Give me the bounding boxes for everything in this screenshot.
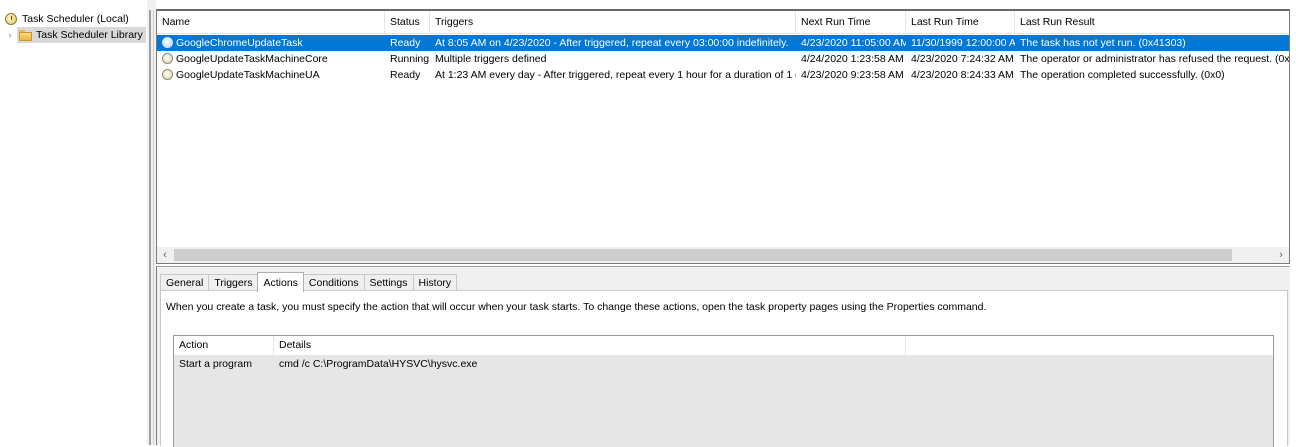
scroll-left-icon[interactable]: ‹	[157, 247, 173, 263]
task-icon	[162, 53, 173, 64]
actions-table-header: Action Details	[174, 336, 1273, 356]
actions-table: Action Details Start a program cmd /c C:…	[173, 335, 1274, 447]
task-name-cell: GoogleChromeUpdateTask	[162, 35, 385, 51]
task-next-run-time: 4/23/2020 9:23:58 AM	[801, 69, 904, 81]
column-header-status[interactable]: Status	[385, 11, 430, 33]
scroll-right-icon[interactable]: ›	[1273, 247, 1289, 263]
task-last-run-time: 4/23/2020 8:24:33 AM	[911, 69, 1014, 81]
task-name-cell: GoogleUpdateTaskMachineCore	[162, 51, 385, 67]
folder-icon	[19, 29, 32, 41]
column-header-last-run-result[interactable]: Last Run Result	[1015, 11, 1289, 33]
tree-item-task-scheduler-local[interactable]: Task Scheduler (Local)	[5, 11, 129, 27]
task-last-run-result: The task has not yet run. (0x41303)	[1020, 37, 1186, 49]
chevron-right-icon[interactable]: ›	[5, 27, 15, 43]
tab-conditions[interactable]: Conditions	[302, 274, 365, 291]
task-icon	[162, 37, 173, 48]
actions-description: When you create a task, you must specify…	[166, 301, 987, 313]
task-row[interactable]: GoogleUpdateTaskMachineCore Running Mult…	[157, 51, 1290, 67]
task-row[interactable]: GoogleChromeUpdateTask Ready At 8:05 AM …	[157, 35, 1289, 51]
pane-splitter[interactable]	[147, 0, 156, 445]
task-next-run-time: 4/24/2020 1:23:58 AM	[801, 53, 904, 65]
column-header-next-run-time[interactable]: Next Run Time	[796, 11, 906, 33]
column-header-triggers[interactable]: Triggers	[430, 11, 796, 33]
tab-actions[interactable]: Actions	[257, 272, 304, 292]
task-status: Ready	[390, 69, 421, 81]
column-header-last-run-time[interactable]: Last Run Time	[906, 11, 1015, 33]
tab-general[interactable]: General	[160, 274, 210, 291]
action-row[interactable]: Start a program cmd /c C:\ProgramData\HY…	[174, 356, 1273, 372]
tab-settings[interactable]: Settings	[363, 274, 414, 291]
action-details: cmd /c C:\ProgramData\HYSVC\hysvc.exe	[279, 358, 478, 370]
task-icon	[162, 69, 173, 80]
details-tab-bar: General Triggers Actions Conditions Sett…	[160, 272, 458, 292]
task-status: Running	[390, 53, 430, 65]
column-header-name[interactable]: Name	[157, 11, 385, 33]
task-name: GoogleUpdateTaskMachineUA	[176, 69, 320, 81]
actions-tab-content: When you create a task, you must specify…	[160, 290, 1288, 447]
task-triggers: Multiple triggers defined	[435, 53, 547, 65]
column-header-action[interactable]: Action	[174, 336, 274, 355]
tab-history[interactable]: History	[412, 274, 458, 291]
task-triggers: At 1:23 AM every day - After triggered, …	[435, 69, 796, 81]
action-type: Start a program	[179, 358, 252, 370]
task-name: GoogleChromeUpdateTask	[176, 37, 303, 49]
task-details-pane: General Triggers Actions Conditions Sett…	[156, 266, 1290, 447]
column-header-details[interactable]: Details	[274, 336, 906, 355]
tree-item-label: Task Scheduler Library	[36, 29, 143, 41]
task-last-run-result: The operation completed successfully. (0…	[1020, 69, 1225, 81]
task-last-run-time: 11/30/1999 12:00:00 AM	[911, 37, 1015, 49]
task-list-header: Name Status Triggers Next Run Time Last …	[157, 11, 1289, 34]
clock-icon	[5, 13, 17, 25]
navigation-tree: Task Scheduler (Local) › Task Scheduler …	[0, 0, 147, 445]
tab-triggers[interactable]: Triggers	[208, 274, 259, 291]
horizontal-scrollbar[interactable]: ‹ ›	[157, 247, 1289, 263]
task-status: Ready	[390, 37, 421, 49]
task-last-run-result: The operator or administrator has refuse…	[1020, 53, 1290, 65]
scrollbar-thumb[interactable]	[174, 249, 1232, 261]
task-name: GoogleUpdateTaskMachineCore	[176, 53, 328, 65]
task-row[interactable]: GoogleUpdateTaskMachineUA Ready At 1:23 …	[157, 67, 1289, 83]
task-triggers: At 8:05 AM on 4/23/2020 - After triggere…	[435, 37, 789, 49]
task-name-cell: GoogleUpdateTaskMachineUA	[162, 67, 385, 83]
tree-item-selected[interactable]: Task Scheduler Library	[17, 27, 146, 43]
task-last-run-time: 4/23/2020 7:24:32 AM	[911, 53, 1014, 65]
tree-item-task-scheduler-library[interactable]: › Task Scheduler Library	[5, 27, 146, 43]
task-list: Name Status Triggers Next Run Time Last …	[156, 9, 1290, 264]
task-next-run-time: 4/23/2020 11:05:00 AM	[801, 37, 906, 49]
tree-item-label: Task Scheduler (Local)	[22, 13, 129, 25]
